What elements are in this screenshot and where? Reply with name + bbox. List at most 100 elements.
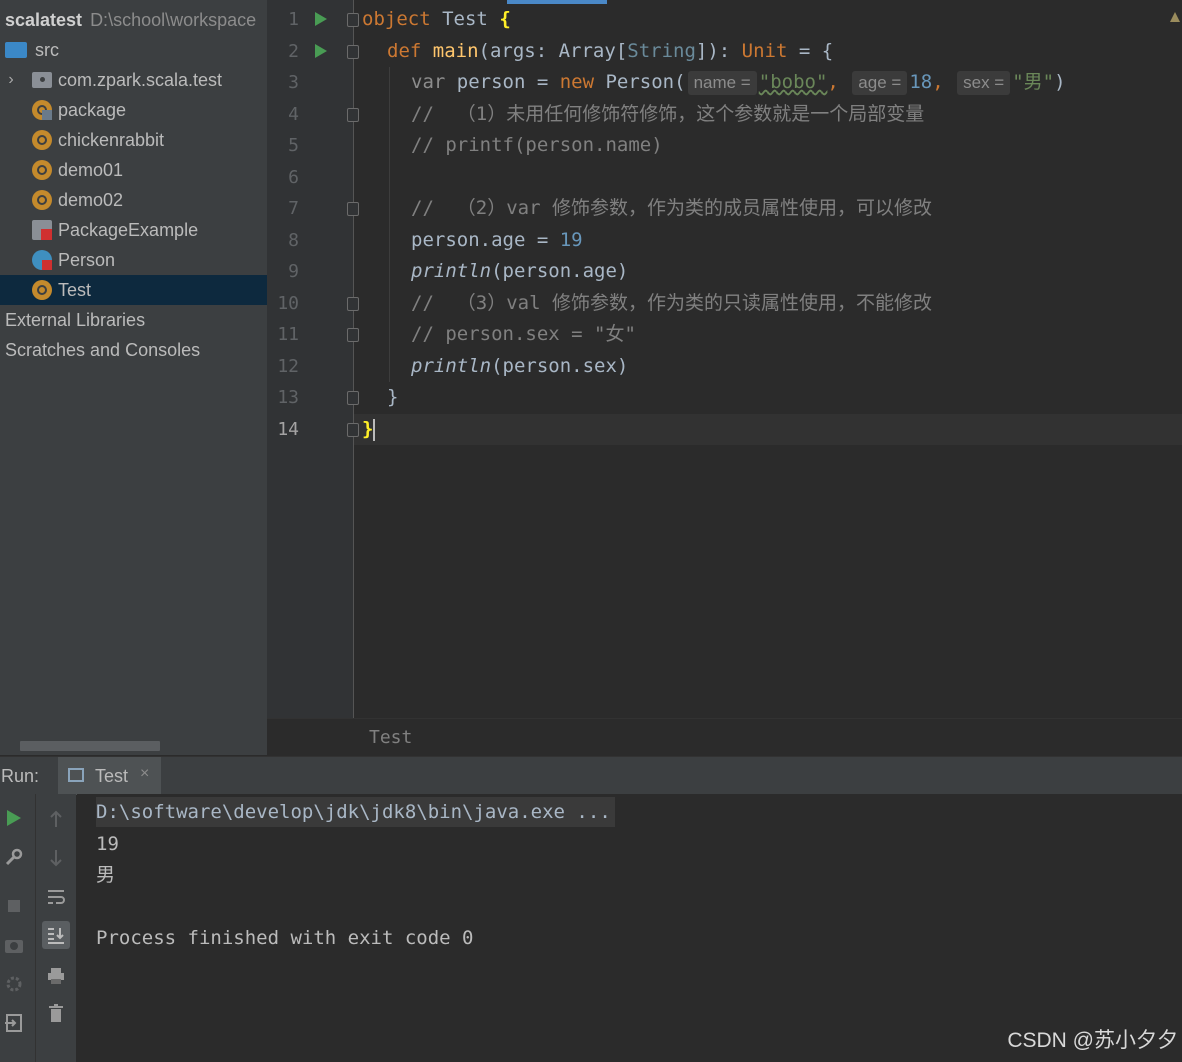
fold-icon[interactable] [347, 202, 359, 216]
code-line-9: println(person.age) [411, 256, 628, 287]
function-name: println [411, 260, 492, 282]
tree-item-label: demo01 [58, 159, 124, 180]
project-root-path: D:\school\workspace [90, 9, 257, 30]
project-horizontal-scrollbar[interactable] [20, 741, 160, 751]
tree-item-packageexample[interactable]: PackageExample [0, 215, 267, 245]
code-line-5: // printf(person.name) [411, 134, 663, 156]
code-line-14: } [362, 414, 376, 445]
tree-item-demo02[interactable]: demo02 [0, 185, 267, 215]
code-text: person.age = [411, 229, 560, 251]
number-literal: 19 [559, 229, 583, 251]
code-text: ) [1054, 71, 1066, 93]
folder-icon [5, 42, 27, 58]
package-object-icon [32, 100, 52, 120]
code-line-8: person.age = 19 [411, 225, 583, 256]
tree-item-person[interactable]: Person [0, 245, 267, 275]
fold-icon[interactable] [347, 45, 359, 59]
function-name: main [432, 40, 479, 62]
fold-icon[interactable] [347, 328, 359, 342]
brace: { [499, 8, 511, 30]
code-text: = { [787, 40, 834, 62]
scala-object-icon [32, 130, 52, 150]
code-text: , [827, 71, 839, 93]
console-toolbar [36, 794, 76, 1062]
stop-icon[interactable] [1, 893, 27, 919]
code-text: Person( [594, 71, 686, 93]
settings-icon[interactable] [1, 971, 27, 997]
project-panel: scalatest D:\school\workspace src › com.… [0, 0, 267, 755]
arrow-down-icon[interactable] [43, 845, 69, 871]
fold-icon[interactable] [347, 108, 359, 122]
tree-item-package-folder[interactable]: › com.zpark.scala.test [0, 65, 267, 95]
trash-icon[interactable] [43, 1000, 69, 1026]
tree-item-label: PackageExample [58, 219, 199, 240]
line-number: 2 [288, 41, 299, 62]
tree-item-label: Test [58, 279, 92, 300]
run-toolbar [0, 794, 36, 1062]
type-name: Unit [741, 40, 788, 62]
current-line-highlight [354, 414, 1182, 445]
line-number: 10 [277, 293, 299, 314]
tree-item-test[interactable]: Test [0, 275, 267, 305]
console-line-exit: Process finished with exit code 0 [96, 927, 474, 949]
breadcrumb[interactable]: Test [369, 727, 412, 748]
console-line-command: D:\software\develop\jdk\jdk8\bin\java.ex… [96, 797, 615, 827]
tree-item-scratches[interactable]: Scratches and Consoles [0, 335, 267, 365]
identifier: Test [442, 8, 488, 30]
scroll-to-end-icon[interactable] [42, 921, 70, 949]
run-object-icon[interactable] [315, 12, 327, 26]
tree-item-chickenrabbit[interactable]: chickenrabbit [0, 125, 267, 155]
active-tab-indicator [507, 0, 607, 4]
keyword: new [559, 71, 595, 93]
code-line-1: object Test { [362, 4, 511, 35]
line-number: 1 [288, 9, 299, 30]
line-number: 8 [288, 230, 299, 251]
tree-item-demo01[interactable]: demo01 [0, 155, 267, 185]
line-number: 9 [288, 261, 299, 282]
tree-item-label: demo02 [58, 189, 124, 210]
code-text: (person.age) [491, 260, 629, 282]
line-number: 11 [277, 324, 299, 345]
tree-item-external-libraries[interactable]: External Libraries [0, 305, 267, 335]
tree-item-label: com.zpark.scala.test [58, 69, 223, 90]
warning-icon[interactable] [1170, 12, 1180, 22]
code-line-3: var person = new Person(name = "bobo", ag… [411, 67, 1066, 98]
line-number: 4 [288, 104, 299, 125]
camera-icon[interactable] [1, 932, 27, 958]
function-name: println [411, 355, 492, 377]
chevron-right-icon[interactable]: › [0, 71, 22, 89]
tree-item-label: External Libraries [5, 309, 146, 330]
fold-icon[interactable] [347, 423, 359, 437]
run-tab-test[interactable]: Test × [58, 757, 161, 795]
line-number: 3 [288, 72, 299, 93]
fold-icon[interactable] [347, 297, 359, 311]
fold-icon[interactable] [347, 391, 359, 405]
console-output[interactable]: D:\software\develop\jdk\jdk8\bin\java.ex… [77, 794, 1182, 1062]
exit-icon[interactable] [1, 1010, 27, 1036]
line-number: 6 [288, 167, 299, 188]
tree-item-src[interactable]: src [0, 35, 267, 65]
code-text: ]): [695, 40, 742, 62]
line-number: 12 [277, 356, 299, 377]
soft-wrap-icon[interactable] [43, 884, 69, 910]
fold-icon[interactable] [347, 13, 359, 27]
print-icon[interactable] [43, 963, 69, 989]
package-icon [32, 72, 52, 88]
arrow-up-icon[interactable] [43, 806, 69, 832]
line-number: 7 [288, 198, 299, 219]
run-panel-label: Run: [1, 766, 40, 786]
keyword: var [411, 71, 446, 93]
code-line-12: println(person.sex) [411, 351, 628, 382]
close-icon[interactable]: × [140, 765, 149, 783]
project-root[interactable]: scalatest D:\school\workspace [0, 5, 267, 35]
code-text: person = [445, 71, 560, 93]
code-editor[interactable]: 1 2 3 4 5 6 7 8 9 10 11 12 13 14 object … [267, 0, 1182, 755]
run-main-icon[interactable] [315, 44, 327, 58]
tree-item-label: package [58, 99, 127, 120]
wrench-icon[interactable] [1, 844, 27, 870]
tree-item-package[interactable]: package [0, 95, 267, 125]
code-line-7: // （2）var 修饰参数，作为类的成员属性使用，可以修改 [411, 197, 932, 219]
code-line-13: } [387, 386, 399, 408]
rerun-icon[interactable] [1, 805, 27, 831]
scala-object-icon [32, 190, 52, 210]
